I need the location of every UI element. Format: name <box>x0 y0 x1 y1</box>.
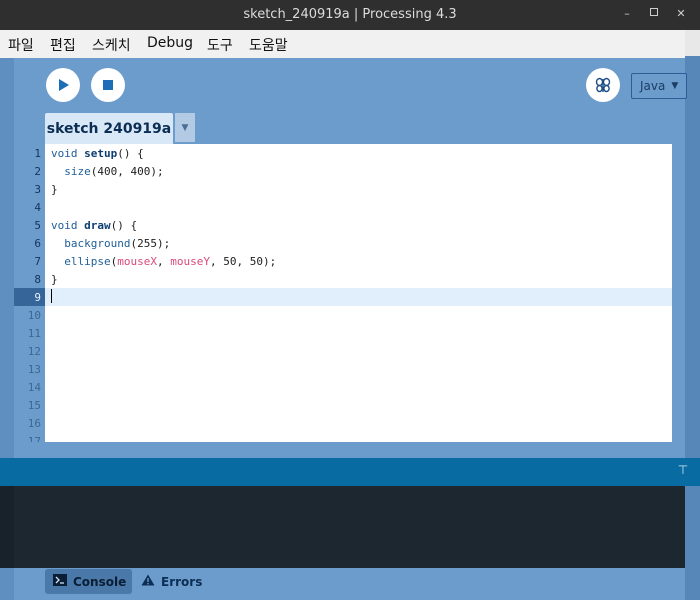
line-number: 5 <box>34 219 41 232</box>
line-number: 17 <box>27 435 41 442</box>
run-button[interactable] <box>46 68 80 102</box>
caret-down-icon: ▼ <box>181 122 189 133</box>
tab-console[interactable]: Console <box>45 569 132 594</box>
line-number: 13 <box>27 363 41 376</box>
code-line: ellipse(mouseX, mouseY, 50, 50); <box>64 255 277 268</box>
line-number: 7 <box>34 255 41 268</box>
menu-sketch[interactable]: 스케치 <box>92 35 131 55</box>
window-title-bar: sketch_240919a | Processing 4.3 – ✕ <box>0 0 700 30</box>
line-number: 14 <box>27 381 41 394</box>
code-line: } <box>51 183 58 196</box>
line-number: 9 <box>34 291 41 304</box>
toolbar: Java ▼ <box>14 58 687 110</box>
minimize-icon[interactable]: – <box>620 7 634 21</box>
line-number: 8 <box>34 273 41 286</box>
butterfly-icon <box>595 77 611 93</box>
tab-sketch[interactable]: sketch 240919a <box>45 113 173 144</box>
code-line: } <box>51 273 58 286</box>
debug-button[interactable] <box>586 68 620 102</box>
mode-selector[interactable]: Java ▼ <box>631 73 687 99</box>
warning-icon <box>141 574 155 589</box>
window-title: sketch_240919a | Processing 4.3 <box>243 7 457 22</box>
line-number: 12 <box>27 345 41 358</box>
stop-button[interactable] <box>91 68 125 102</box>
menu-edit[interactable]: 편집 <box>50 35 76 55</box>
tab-console-label: Console <box>73 574 127 589</box>
terminal-icon <box>53 574 67 589</box>
stop-icon <box>103 80 113 90</box>
window-right-edge <box>685 30 700 600</box>
line-number: 16 <box>27 417 41 430</box>
line-number: 10 <box>27 309 41 322</box>
mode-label: Java <box>640 79 666 93</box>
restore-icon[interactable] <box>647 7 661 21</box>
code-editor[interactable]: void setup() { size(400, 400); } void dr… <box>45 144 672 442</box>
menu-bar: 파일 편집 스케치 Debug 도구 도움말 <box>0 30 700 58</box>
text-cursor <box>51 289 52 303</box>
code-line: background(255); <box>64 237 171 250</box>
line-number: 6 <box>34 237 41 250</box>
tab-menu-button[interactable]: ▼ <box>175 113 195 142</box>
line-number-gutter: 1 2 3 4 5 6 7 8 9 10 11 12 13 14 15 16 1… <box>14 144 45 442</box>
code-line: void setup() { <box>51 147 144 160</box>
line-number: 11 <box>27 327 41 340</box>
menu-help[interactable]: 도움말 <box>249 35 288 55</box>
line-number: 4 <box>34 201 41 214</box>
console-header <box>0 458 700 486</box>
play-icon <box>59 79 69 91</box>
line-number: 15 <box>27 399 41 412</box>
tab-errors-label: Errors <box>161 574 203 589</box>
line-number: 3 <box>34 183 41 196</box>
current-line-highlight <box>45 288 672 306</box>
menu-debug[interactable]: Debug <box>147 35 193 51</box>
menu-tools[interactable]: 도구 <box>207 35 233 55</box>
collapse-console-icon[interactable]: ⊤ <box>676 463 690 477</box>
close-icon[interactable]: ✕ <box>674 7 688 21</box>
tab-errors[interactable]: Errors <box>141 569 202 594</box>
console-output[interactable] <box>14 486 685 568</box>
line-number: 1 <box>34 147 41 160</box>
code-line: void draw() { <box>51 219 138 232</box>
menu-file[interactable]: 파일 <box>8 35 34 55</box>
console-body-edge <box>0 486 14 568</box>
line-number: 2 <box>34 165 41 178</box>
caret-down-icon: ▼ <box>671 81 679 91</box>
editor-status-area <box>14 442 685 458</box>
code-line: size(400, 400); <box>64 165 164 178</box>
